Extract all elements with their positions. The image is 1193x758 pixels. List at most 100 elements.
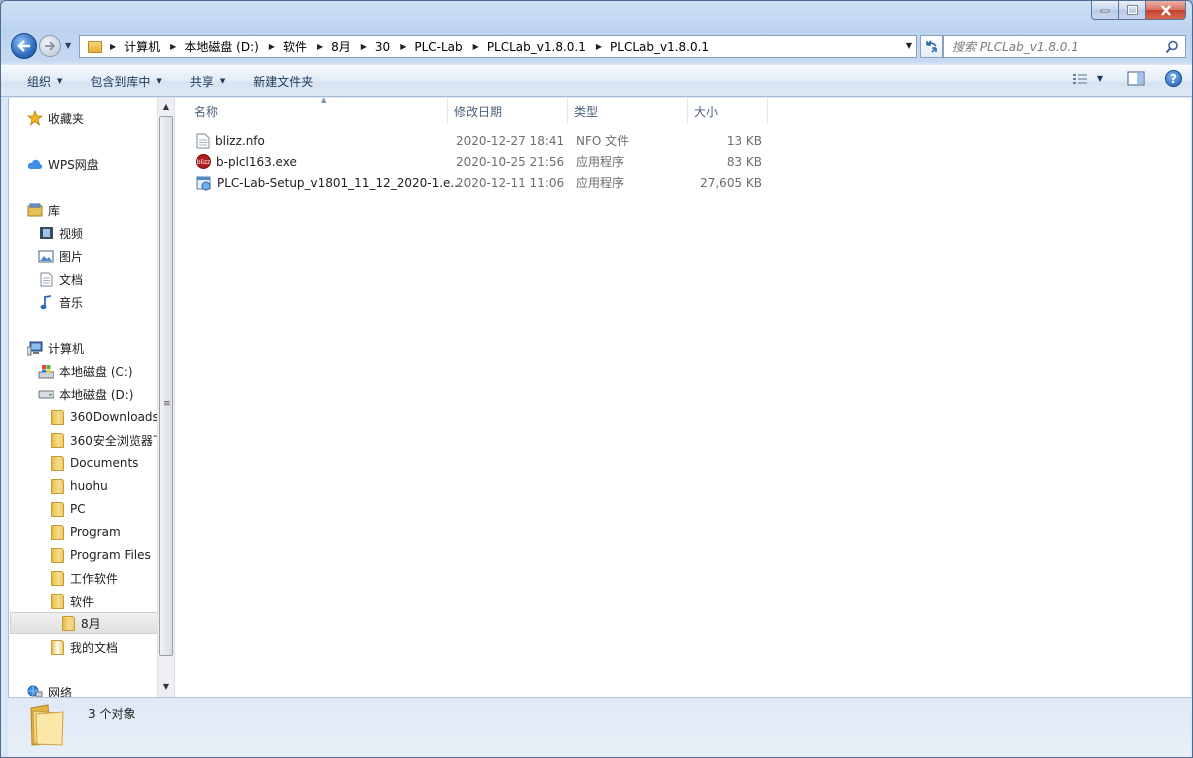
breadcrumb-item[interactable]: PLCLab_v1.8.0.1 [610,38,709,55]
breadcrumb-item[interactable]: 计算机 ▶ [124,38,184,55]
address-dropdown-icon[interactable]: ▼ [906,41,912,50]
new-folder-button[interactable]: 新建文件夹 [243,69,323,93]
video-icon [38,225,54,241]
breadcrumb: 计算机 ▶ 本地磁盘 (D:) ▶ 软件 ▶ 8月 ▶ 30 ▶ PLC-Lab ▶ PLCLab_v1… [124,38,709,55]
sidebar-item-label: 文档 [59,272,84,287]
breadcrumb-separator-icon[interactable]: ▶ [361,42,367,51]
breadcrumb-label: 本地磁盘 (D:) [184,40,259,54]
sidebar-item-folder[interactable]: PC [49,498,158,520]
breadcrumb-root-arrow[interactable]: ▶ [108,42,124,51]
breadcrumb-item[interactable]: 软件 ▶ [283,38,331,55]
sidebar-item-documents[interactable]: 文档 [38,268,174,290]
breadcrumb-item[interactable]: 8月 ▶ [331,38,375,55]
organize-menu[interactable]: 组织 ▼ [17,69,72,93]
sidebar-item-computer[interactable]: 计算机 [27,337,174,359]
navigation-bar: ▼ ▶ 计算机 ▶ 本地磁盘 (D:) ▶ 软件 ▶ 8月 ▶ 30 ▶ PLC-Lab ▶ PLCLa… [9,32,1186,60]
search-input[interactable] [952,39,1162,54]
sidebar-item-libraries[interactable]: 库 [27,199,174,221]
sidebar-item-folder[interactable]: 360Downloads [49,406,158,428]
sidebar-item-folder[interactable]: Documents [49,452,158,474]
breadcrumb-separator-icon[interactable]: ▶ [317,42,323,51]
sidebar-item-label: 收藏夹 [48,111,85,126]
column-header-size[interactable]: 大小 [688,98,768,124]
file-row[interactable]: blizz.nfo 2020-12-27 18:41 NFO 文件 13 KB [194,130,774,151]
explorer-window: ▼ ▶ 计算机 ▶ 本地磁盘 (D:) ▶ 软件 ▶ 8月 ▶ 30 ▶ PLC-Lab ▶ PLCLa… [0,0,1193,758]
address-bar[interactable]: ▶ 计算机 ▶ 本地磁盘 (D:) ▶ 软件 ▶ 8月 ▶ 30 ▶ PLC-Lab ▶ PLCLab_… [79,35,917,58]
my-documents-icon [49,639,65,655]
sidebar-item-label: huohu [70,479,108,493]
file-modified-cell: 2020-12-11 11:06 [456,175,565,190]
file-row[interactable]: PLC-Lab-Setup_v1801_11_12_2020-1.e... 202… [194,172,774,193]
breadcrumb-separator-icon[interactable]: ▶ [170,42,176,51]
network-icon [27,684,43,697]
change-view-button[interactable]: ▼ [1072,73,1103,85]
file-name-cell: PLC-Lab-Setup_v1801_11_12_2020-1.e... [196,175,462,191]
folder-large-icon [30,704,64,746]
sidebar-item-pictures[interactable]: 图片 [38,245,174,267]
breadcrumb-item[interactable]: 30 ▶ [375,38,414,55]
sidebar-item-wps-drive[interactable]: WPS网盘 [27,153,174,175]
sidebar-item-label: 软件 [70,594,95,609]
sidebar-item-folder[interactable]: huohu [49,475,158,497]
breadcrumb-separator-icon[interactable]: ▶ [473,42,479,51]
file-name-cell: blizz.nfo [196,133,265,149]
sidebar-item-8yue[interactable]: 8月 [10,612,158,634]
column-header-type[interactable]: 类型 [568,98,688,124]
breadcrumb-separator-icon[interactable]: ▶ [400,42,406,51]
sidebar-item-folder[interactable]: 工作软件 [49,567,158,589]
refresh-icon [926,40,937,53]
breadcrumb-item[interactable]: PLC-Lab ▶ [414,38,486,55]
breadcrumb-item[interactable]: PLCLab_v1.8.0.1 ▶ [487,38,610,55]
folder-icon [60,615,76,631]
search-icon[interactable] [1165,40,1179,54]
preview-pane-icon[interactable] [1127,71,1145,86]
share-menu[interactable]: 共享 ▼ [180,69,235,93]
sidebar-item-label: Program [70,525,121,539]
sidebar-item-drive-c[interactable]: 本地磁盘 (C:) [38,360,174,382]
file-size-cell: 13 KB [726,133,762,148]
close-icon [1160,4,1171,16]
sidebar-item-music[interactable]: 音乐 [38,291,174,313]
star-icon [27,110,43,126]
sidebar-item-drive-d[interactable]: 本地磁盘 (D:) [38,383,174,405]
column-header-name[interactable]: ▲ 名称 [186,96,448,124]
breadcrumb-separator-icon[interactable]: ▶ [269,42,275,51]
scrollbar-thumb[interactable]: ≡ [159,116,173,656]
breadcrumb-item[interactable]: 本地磁盘 (D:) ▶ [184,38,283,55]
sidebar-item-folder[interactable]: 360安全浏览器下 [49,429,158,451]
scroll-up-icon[interactable]: ▲ [158,98,174,115]
file-size-cell: 27,605 KB [700,175,762,190]
navigation-scrollbar[interactable]: ▲ ≡ ▼ [157,98,174,697]
back-button[interactable] [11,33,37,59]
maximize-button[interactable] [1119,1,1146,20]
hard-drive-icon [38,386,54,402]
scroll-down-icon[interactable]: ▼ [158,678,174,695]
breadcrumb-separator-icon[interactable]: ▶ [596,42,602,51]
sidebar-item-videos[interactable]: 视频 [38,222,174,244]
file-row[interactable]: blizz b-plcl163.exe 2020-10-25 21:56 应用程序 83… [194,151,774,172]
search-box[interactable] [943,35,1186,58]
folder-icon [49,432,65,448]
recent-pages-dropdown[interactable]: ▼ [65,41,71,50]
sidebar-item-label: WPS网盘 [48,157,99,172]
refresh-button[interactable] [920,35,943,58]
sidebar-item-folder[interactable]: 软件 [49,590,158,612]
sidebar-item-favorites[interactable]: 收藏夹 [27,107,174,129]
close-button[interactable] [1146,1,1186,20]
minimize-button[interactable] [1091,1,1119,20]
library-icon [27,202,43,218]
sidebar-item-folder[interactable]: Program Files [49,544,158,566]
include-in-library-menu[interactable]: 包含到库中 ▼ [80,69,171,93]
minimize-icon [1100,9,1110,13]
help-icon[interactable]: ? [1165,70,1182,87]
column-header-modified[interactable]: 修改日期 [448,98,568,124]
column-header-label: 类型 [574,104,599,119]
forward-button[interactable] [39,35,61,57]
sidebar-item-folder[interactable]: Program [49,521,158,543]
sidebar-item-label: PC [70,502,86,516]
folder-icon [49,501,65,517]
item-count: 3 个对象 [88,707,136,721]
sidebar-item-network[interactable]: 网络 [27,681,174,697]
content-area: 收藏夹 WPS网盘 库 视频 图片 文档 音乐 计算机 本地磁盘 (C:) 本地… [8,96,1191,697]
chevron-down-icon: ▼ [57,77,63,85]
